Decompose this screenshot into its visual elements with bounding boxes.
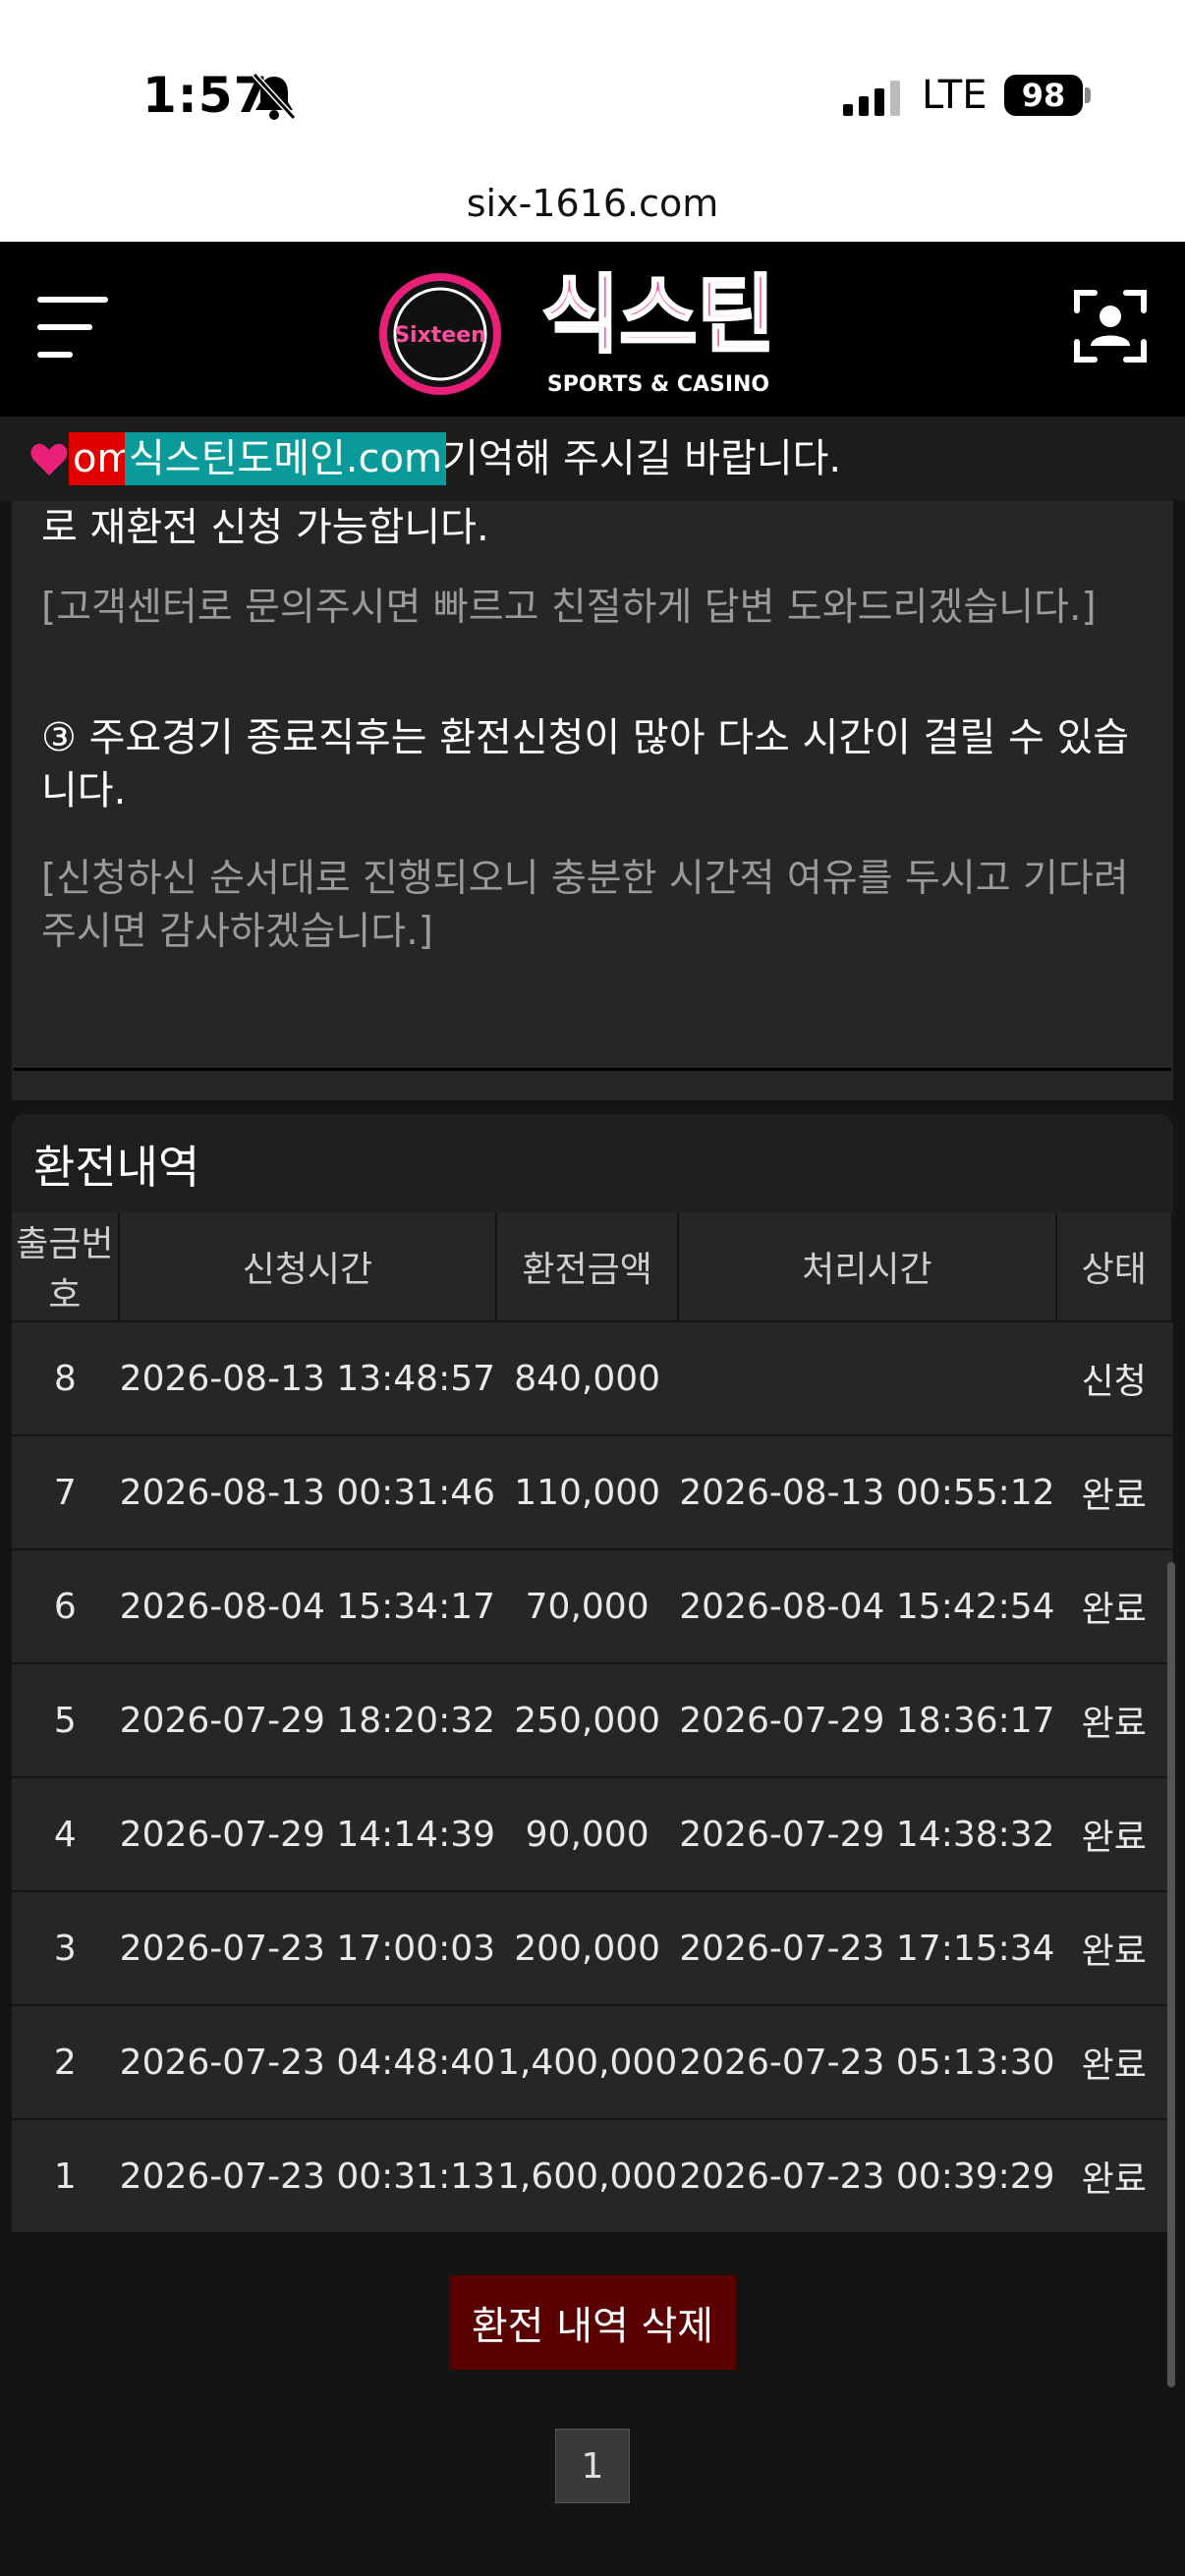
cell-no: 8: [12, 1321, 119, 1436]
cell-amount: 200,000: [496, 1891, 679, 2006]
col-header-amount: 환전금액: [496, 1212, 680, 1322]
cell-amount: 1,600,000: [496, 2119, 679, 2234]
table-row: 5 2026-07-29 18:20:32 250,000 2026-07-29…: [12, 1663, 1172, 1778]
cell-status: 완료: [1055, 2119, 1172, 2234]
table-row: 1 2026-07-23 00:31:13 1,600,000 2026-07-…: [12, 2119, 1172, 2234]
heart-icon: [30, 443, 68, 476]
cell-status: 신청: [1055, 1321, 1172, 1436]
withdraw-notice-panel: 로 재환전 신청 가능합니다. [고객센터로 문의주시면 빠르고 친절하게 답변…: [12, 501, 1173, 1100]
divider: [14, 1068, 1171, 1071]
history-title: 환전내역: [33, 1141, 200, 1194]
notice-line-top: 로 재환전 신청 가능합니다.: [41, 505, 489, 550]
table-row: 2 2026-07-23 04:48:40 1,400,000 2026-07-…: [12, 2005, 1172, 2120]
cell-no: 5: [12, 1663, 119, 1778]
cell-processed: 2026-07-23 17:15:34: [678, 1891, 1056, 2006]
logo-title: 식스틴: [541, 266, 774, 364]
cell-processed: 2026-07-23 00:39:29: [678, 2119, 1056, 2234]
cell-status: 완료: [1055, 1777, 1172, 1892]
pagination-page-1[interactable]: 1: [555, 2429, 630, 2503]
menu-icon[interactable]: [37, 297, 112, 358]
col-header-no: 출금번호: [12, 1212, 120, 1322]
notice-note-1: [고객센터로 문의주시면 빠르고 친절하게 답변 도와드리겠습니다.]: [41, 586, 1097, 630]
user-scan-icon[interactable]: [1073, 289, 1148, 364]
cell-requested: 2026-08-13 00:31:46: [118, 1435, 497, 1550]
battery-icon: 98: [1004, 75, 1083, 116]
table-row: 3 2026-07-23 17:00:03 200,000 2026-07-23…: [12, 1891, 1172, 2006]
cell-status: 완료: [1055, 1663, 1172, 1778]
cell-processed: 2026-08-13 00:55:12: [678, 1435, 1056, 1550]
network-label: LTE: [922, 73, 988, 118]
ticker-domain[interactable]: 식스틴도메인.com: [125, 432, 446, 485]
cell-processed: [678, 1321, 1056, 1436]
page-scrollbar[interactable]: [1167, 1562, 1175, 2387]
cell-status: 완료: [1055, 2005, 1172, 2120]
cell-status: 완료: [1055, 1435, 1172, 1550]
cell-no: 3: [12, 1891, 119, 2006]
logo-badge-text: Sixteen: [394, 323, 486, 348]
cell-no: 1: [12, 2119, 119, 2234]
cell-requested: 2026-07-29 14:14:39: [118, 1777, 497, 1892]
cell-processed: 2026-07-29 14:38:32: [678, 1777, 1056, 1892]
col-header-requested: 신청시간: [118, 1212, 498, 1322]
history-table: 출금번호 신청시간 환전금액 처리시간 상태 8 2026-08-13 13:4…: [12, 1212, 1174, 2234]
cell-no: 6: [12, 1549, 119, 1664]
table-row: 6 2026-08-04 15:34:17 70,000 2026-08-04 …: [12, 1549, 1172, 1664]
cell-requested: 2026-08-04 15:34:17: [118, 1549, 497, 1664]
cell-amount: 1,400,000: [496, 2005, 679, 2120]
notice-note-3: [신청하신 순서대로 진행되오니 충분한 시간적 여유를 두시고 기다려 주시면…: [41, 857, 1129, 954]
cell-requested: 2026-07-23 04:48:40: [118, 2005, 497, 2120]
notice-ticker: om 식스틴도메인.com 기억해 주시길 바랍니다.: [0, 417, 1185, 501]
table-row: 8 2026-08-13 13:48:57 840,000 신청: [12, 1321, 1172, 1436]
cell-amount: 70,000: [496, 1549, 679, 1664]
bell-slash-icon: [252, 72, 297, 121]
battery-cap: [1085, 87, 1091, 103]
cell-requested: 2026-07-23 00:31:13: [118, 2119, 497, 2234]
ticker-message: 기억해 주시길 바랍니다.: [442, 436, 842, 481]
cell-status: 완료: [1055, 1549, 1172, 1664]
cell-requested: 2026-08-13 13:48:57: [118, 1321, 497, 1436]
cell-requested: 2026-07-29 18:20:32: [118, 1663, 497, 1778]
cell-status: 완료: [1055, 1891, 1172, 2006]
cell-no: 2: [12, 2005, 119, 2120]
cell-processed: 2026-08-04 15:42:54: [678, 1549, 1056, 1664]
cell-amount: 90,000: [496, 1777, 679, 1892]
cell-processed: 2026-07-23 05:13:30: [678, 2005, 1056, 2120]
status-bar: 1:57 LTE 98: [0, 0, 1185, 172]
col-header-status: 상태: [1055, 1212, 1174, 1322]
cell-no: 4: [12, 1777, 119, 1892]
cell-processed: 2026-07-29 18:36:17: [678, 1663, 1056, 1778]
cell-requested: 2026-07-23 17:00:03: [118, 1891, 497, 2006]
logo-subtitle: SPORTS & CASINO: [547, 372, 769, 397]
cell-no: 7: [12, 1435, 119, 1550]
signal-icon: [843, 81, 900, 116]
site-logo[interactable]: Sixteen 식스틴 SPORTS & CASINO: [373, 265, 816, 403]
url-text[interactable]: six-1616.com: [0, 177, 1185, 242]
delete-history-button[interactable]: 환전 내역 삭제: [449, 2275, 736, 2370]
notice-point-3: ③ 주요경기 종료직후는 환전신청이 많아 다소 시간이 걸릴 수 있습니다.: [41, 715, 1130, 813]
col-header-processed: 처리시간: [678, 1212, 1057, 1322]
cell-amount: 840,000: [496, 1321, 679, 1436]
cell-amount: 110,000: [496, 1435, 679, 1550]
table-row: 4 2026-07-29 14:14:39 90,000 2026-07-29 …: [12, 1777, 1172, 1892]
table-row: 7 2026-08-13 00:31:46 110,000 2026-08-13…: [12, 1435, 1172, 1550]
cell-amount: 250,000: [496, 1663, 679, 1778]
